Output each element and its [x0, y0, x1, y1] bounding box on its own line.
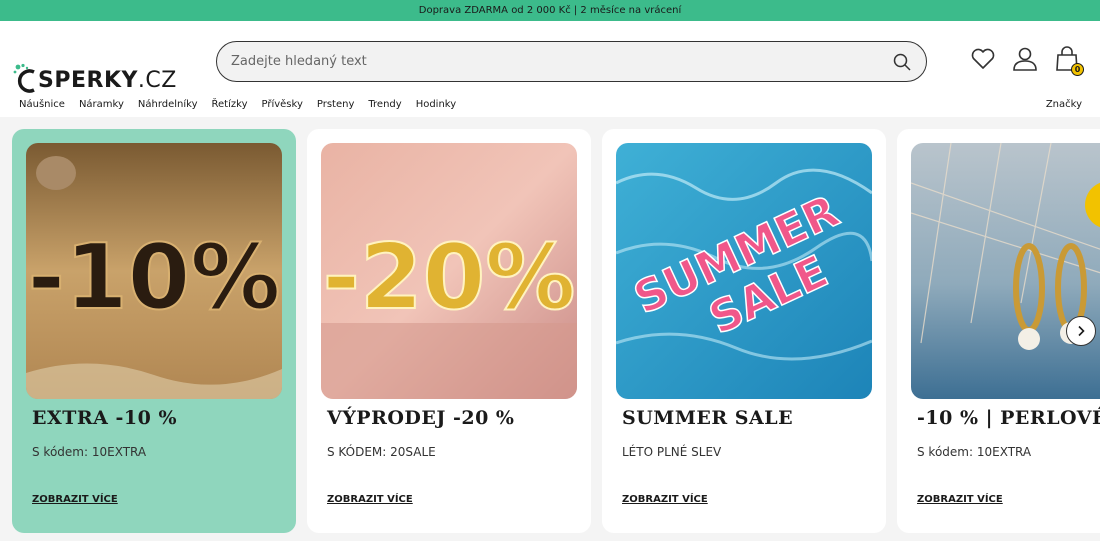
nav-item-retizky[interactable]: Řetízky — [212, 97, 248, 113]
image-discount-text: -10% — [28, 225, 281, 330]
search-icon[interactable] — [892, 52, 912, 72]
logo-text: SPERKY.CZ — [38, 68, 177, 93]
promo-card-subtitle: LÉTO PLNÉ SLEV — [622, 445, 722, 459]
shopping-bag-icon[interactable]: 0 — [1054, 46, 1084, 76]
promo-card[interactable]: SUMMER SALE SUMMER SALE LÉTO PLNÉ SLEV Z… — [602, 129, 886, 533]
wishlist-heart-icon[interactable] — [970, 46, 996, 72]
promo-text: Doprava ZDARMA od 2 000 Kč | 2 měsíce na… — [418, 5, 682, 16]
image-discount-text: -20% — [323, 225, 576, 330]
promo-image[interactable]: -20% — [321, 143, 577, 399]
promo-card[interactable]: -10% EXTRA -10 % S kódem: 10EXTRA ZOBRAZ… — [12, 129, 296, 533]
show-more-link[interactable]: ZOBRAZIT VÍCE — [327, 494, 413, 505]
chevron-right-icon — [1078, 325, 1085, 337]
show-more-link[interactable]: ZOBRAZIT VÍCE — [622, 494, 708, 505]
user-account-icon[interactable] — [1012, 46, 1038, 72]
logo-text-domain: .CZ — [137, 67, 177, 93]
nav-item-nausnice[interactable]: Náušnice — [19, 97, 65, 113]
promo-image[interactable]: -10% — [26, 143, 282, 399]
promo-card-title: -10 % | PERLOVÉ ŠP — [917, 407, 1100, 429]
category-nav: Náušnice Náramky Náhrdelníky Řetízky Pří… — [0, 97, 1100, 117]
cart-count-badge: 0 — [1071, 63, 1084, 76]
logo-text-bold: SPERKY — [38, 67, 138, 93]
header: SPERKY.CZ 0 — [0, 21, 1100, 97]
nav-item-privesky[interactable]: Přívěsky — [261, 97, 302, 113]
show-more-link[interactable]: ZOBRAZIT VÍCE — [32, 494, 118, 505]
nav-item-prsteny[interactable]: Prsteny — [317, 97, 355, 113]
promo-card[interactable]: -20% VÝPRODEJ -20 % S KÓDEM: 20SALE ZOBR… — [307, 129, 591, 533]
search-input[interactable] — [231, 54, 892, 69]
logo[interactable]: SPERKY.CZ — [12, 63, 177, 97]
nav-item-trendy[interactable]: Trendy — [368, 97, 401, 113]
promo-image[interactable]: SUMMER SALE — [616, 143, 872, 399]
promo-image[interactable] — [911, 143, 1100, 399]
nav-item-brands[interactable]: Značky — [1046, 97, 1082, 113]
promo-card-title: EXTRA -10 % — [32, 407, 178, 429]
show-more-link[interactable]: ZOBRAZIT VÍCE — [917, 494, 1003, 505]
carousel-next-button[interactable] — [1066, 316, 1096, 346]
promo-bar: Doprava ZDARMA od 2 000 Kč | 2 měsíce na… — [0, 0, 1100, 21]
header-icons: 0 — [970, 46, 1084, 76]
logo-mark-icon — [12, 63, 42, 97]
promo-carousel: -10% EXTRA -10 % S kódem: 10EXTRA ZOBRAZ… — [0, 129, 1100, 533]
nav-item-naramky[interactable]: Náramky — [79, 97, 124, 113]
promo-card-subtitle: S KÓDEM: 20SALE — [327, 445, 436, 459]
promo-card-subtitle: S kódem: 10EXTRA — [917, 445, 1032, 459]
promo-card-title: SUMMER SALE — [622, 407, 794, 429]
search-box[interactable] — [216, 41, 927, 82]
promo-card-subtitle: S kódem: 10EXTRA — [32, 445, 147, 459]
promo-card-title: VÝPRODEJ -20 % — [327, 407, 515, 429]
nav-item-hodinky[interactable]: Hodinky — [416, 97, 456, 113]
nav-item-nahrdelniky[interactable]: Náhrdelníky — [138, 97, 198, 113]
